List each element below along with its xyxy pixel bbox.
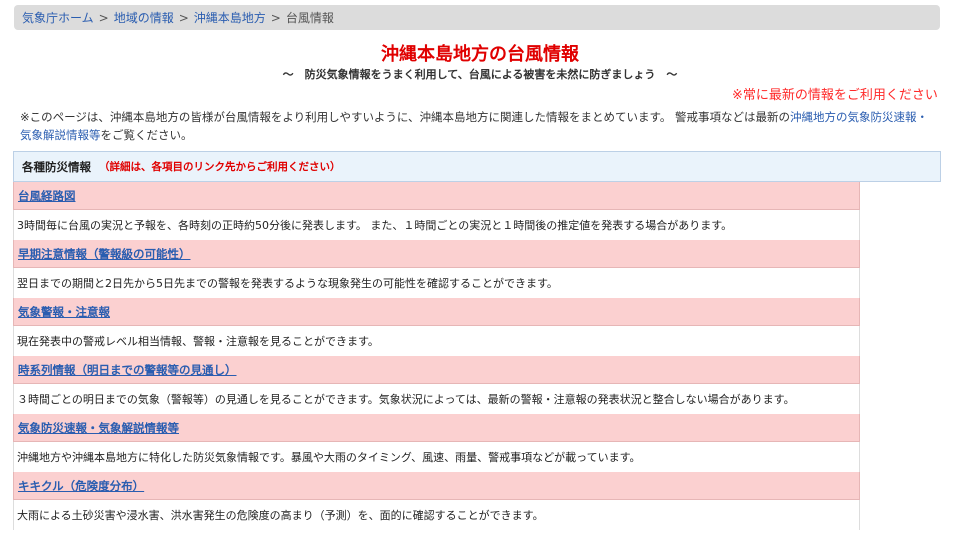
- disaster-info-panel: 各種防災情報 （詳細は、各項目のリンク先からご利用ください） 台風経路図 3時間…: [13, 151, 941, 540]
- info-item-title: 早期注意情報（警報級の可能性）: [13, 240, 860, 268]
- warnings-advisories-link[interactable]: 気象警報・注意報: [18, 304, 110, 320]
- panel-header: 各種防災情報 （詳細は、各項目のリンク先からご利用ください）: [13, 151, 941, 182]
- kikikuru-link[interactable]: キキクル（危険度分布）: [18, 478, 144, 494]
- typhoon-track-link[interactable]: 台風経路図: [18, 188, 76, 204]
- latest-info-notice: ※常に最新の情報をご利用ください: [732, 88, 938, 103]
- info-item-title: 気象警報・注意報: [13, 298, 860, 326]
- info-item-desc: 翌日までの期間と2日先から5日先までの警報を発表するような現象発生の可能性を確認…: [13, 268, 860, 298]
- breadcrumb-separator: >: [178, 10, 189, 25]
- breadcrumb-link-home[interactable]: 気象庁ホーム: [22, 9, 94, 26]
- intro-body: ※このページは、沖縄本島地方の皆様が台風情報をより利用しやすいように、沖縄本島地…: [20, 110, 790, 124]
- early-warning-link[interactable]: 早期注意情報（警報級の可能性）: [18, 246, 191, 262]
- intro-suffix: をご覧ください。: [100, 128, 193, 142]
- info-item-desc: 沖縄地方や沖縄本島地方に特化した防災気象情報です。暴風や大雨のタイミング、風速、…: [13, 442, 860, 472]
- info-item-desc: 大雨による土砂災害や浸水害、洪水害発生の危険度の高まり（予測）を、面的に確認する…: [13, 500, 860, 530]
- breadcrumb-current: 台風情報: [285, 11, 334, 25]
- info-item-desc: 現在発表中の警戒レベル相当情報、警報・注意報を見ることができます。: [13, 326, 860, 356]
- time-series-link[interactable]: 時系列情報（明日までの警報等の見通し）: [18, 362, 237, 378]
- info-item-title: キキクル（危険度分布）: [13, 472, 860, 500]
- intro-text: ※このページは、沖縄本島地方の皆様が台風情報をより利用しやすいように、沖縄本島地…: [20, 108, 934, 144]
- page-subtitle: ～ 防災気象情報をうまく利用して、台風による被害を未然に防ぎましょう ～: [282, 68, 678, 81]
- breadcrumb-separator: >: [270, 10, 281, 25]
- breadcrumb-link-region[interactable]: 地域の情報: [114, 9, 174, 26]
- info-item-title: 気象防災速報・気象解説情報等: [13, 414, 860, 442]
- breadcrumb-separator: >: [98, 10, 109, 25]
- disaster-bulletin-link[interactable]: 気象防災速報・気象解説情報等: [18, 420, 179, 436]
- info-item-desc: ３時間ごとの明日までの気象（警報等）の見通しを見ることができます。気象状況によっ…: [13, 384, 860, 414]
- panel-header-title: 各種防災情報: [22, 159, 91, 174]
- info-item-title: 時系列情報（明日までの警報等の見通し）: [13, 356, 860, 384]
- breadcrumb-link-okinawa[interactable]: 沖縄本島地方: [194, 9, 266, 26]
- panel-header-note: （詳細は、各項目のリンク先からご利用ください）: [99, 161, 341, 173]
- breadcrumb: 気象庁ホーム > 地域の情報 > 沖縄本島地方 > 台風情報: [14, 5, 940, 30]
- info-item-desc: 3時間毎に台風の実況と予報を、各時刻の正時約50分後に発表します。 また、１時間…: [13, 210, 860, 240]
- info-item-title: 台風経路図: [13, 182, 860, 210]
- page-title: 沖縄本島地方の台風情報: [381, 44, 579, 65]
